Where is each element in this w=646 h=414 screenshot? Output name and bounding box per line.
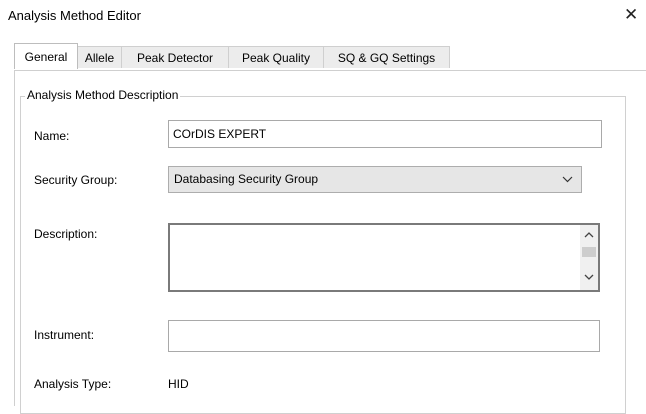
scroll-down-icon[interactable] [580, 273, 598, 284]
description-scrollbar[interactable] [580, 225, 598, 290]
security-group-label: Security Group: [34, 173, 118, 187]
instrument-input[interactable] [168, 320, 600, 352]
security-group-value: Databasing Security Group [174, 172, 319, 186]
tab-sq-gq-settings[interactable]: SQ & GQ Settings [323, 46, 450, 68]
description-label: Description: [34, 227, 98, 241]
instrument-label: Instrument: [34, 328, 95, 342]
tab-general[interactable]: General [14, 43, 78, 69]
tab-allele[interactable]: Allele [77, 46, 122, 68]
tab-peak-detector[interactable]: Peak Detector [121, 46, 229, 68]
group-legend: Analysis Method Description [25, 88, 181, 102]
description-textarea[interactable] [168, 223, 600, 292]
scrollbar-thumb[interactable] [582, 247, 596, 257]
name-input[interactable]: COrDIS EXPERT [168, 120, 602, 148]
tab-peak-quality[interactable]: Peak Quality [228, 46, 324, 68]
close-icon[interactable]: ✕ [624, 6, 638, 23]
scroll-up-icon[interactable] [580, 231, 598, 242]
security-group-select[interactable]: Databasing Security Group [168, 166, 582, 193]
analysis-type-value: HID [168, 377, 189, 391]
analysis-type-label: Analysis Type: [34, 377, 112, 391]
name-label: Name: [34, 129, 70, 143]
chevron-down-icon [562, 167, 573, 202]
window-title: Analysis Method Editor [8, 8, 141, 23]
